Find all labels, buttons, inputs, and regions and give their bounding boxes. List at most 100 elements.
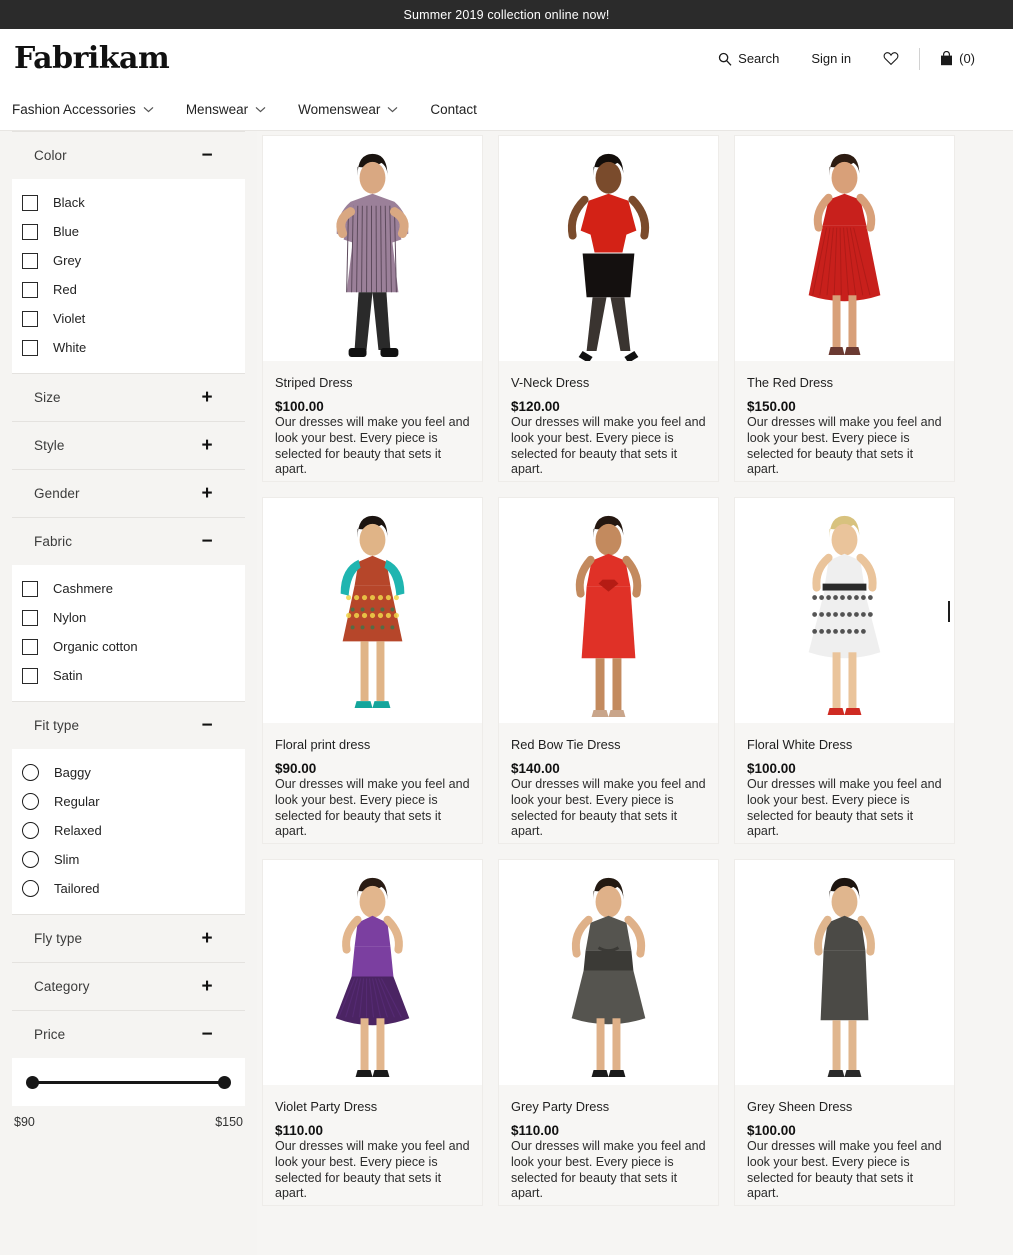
filter-header-category[interactable]: Category+ — [12, 962, 245, 1010]
product-card[interactable]: Violet Party Dress$110.00Our dresses wil… — [262, 859, 483, 1206]
radio-tailored[interactable] — [22, 880, 39, 897]
product-image[interactable] — [734, 497, 955, 723]
minus-icon[interactable]: − — [199, 532, 215, 551]
filter-option-regular[interactable]: Regular — [12, 787, 245, 816]
product-image[interactable] — [262, 497, 483, 723]
product-area: Striped Dress$100.00Our dresses will mak… — [257, 131, 1013, 1206]
nav-item-contact[interactable]: Contact — [430, 102, 497, 117]
product-image[interactable] — [498, 497, 719, 723]
cart-count: (0) — [959, 51, 975, 66]
slider-thumb-max[interactable] — [218, 1076, 231, 1089]
filter-header-fly-type[interactable]: Fly type+ — [12, 914, 245, 962]
filter-header-price[interactable]: Price− — [12, 1010, 245, 1058]
radio-relaxed[interactable] — [22, 822, 39, 839]
product-name: Violet Party Dress — [275, 1099, 470, 1114]
plus-icon[interactable]: + — [199, 977, 215, 996]
product-info: Striped Dress$100.00Our dresses will mak… — [262, 361, 483, 482]
filter-option-label: Blue — [53, 224, 79, 239]
filter-option-baggy[interactable]: Baggy — [12, 758, 245, 787]
nav-item-menswear[interactable]: Menswear — [186, 102, 286, 117]
filter-option-white[interactable]: White — [12, 333, 245, 362]
product-image[interactable] — [498, 859, 719, 1085]
product-card[interactable]: Grey Sheen Dress$100.00Our dresses will … — [734, 859, 955, 1206]
plus-icon[interactable]: + — [199, 436, 215, 455]
checkbox-satin[interactable] — [22, 668, 38, 684]
sign-in-button[interactable]: Sign in — [795, 51, 867, 66]
filter-option-label: Black — [53, 195, 85, 210]
filter-header-gender[interactable]: Gender + — [12, 469, 245, 517]
checkbox-grey[interactable] — [22, 253, 38, 269]
nav-item-womenswear[interactable]: Womenswear — [298, 102, 418, 117]
filter-group-fit-type: Fit type− Baggy Regular Relaxed SlimTailored — [0, 701, 257, 914]
filter-option-organic-cotton[interactable]: Organic cotton — [12, 632, 245, 661]
minus-icon[interactable]: − — [199, 146, 215, 165]
filter-option-black[interactable]: Black — [12, 188, 245, 217]
product-card[interactable]: Red Bow Tie Dress$140.00Our dresses will… — [498, 497, 719, 844]
radio-baggy[interactable] — [22, 764, 39, 781]
checkbox-red[interactable] — [22, 282, 38, 298]
plus-icon[interactable]: + — [199, 388, 215, 407]
product-image[interactable] — [734, 135, 955, 361]
filter-group-size: Size+ — [0, 373, 257, 421]
product-card[interactable]: Floral White Dress$100.00Our dresses wil… — [734, 497, 955, 844]
filter-option-violet[interactable]: Violet — [12, 304, 245, 333]
filter-header-fit-type[interactable]: Fit type− — [12, 701, 245, 749]
filter-option-label: Red — [53, 282, 77, 297]
filter-option-nylon[interactable]: Nylon — [12, 603, 245, 632]
plus-icon[interactable]: + — [199, 484, 215, 503]
checkbox-blue[interactable] — [22, 224, 38, 240]
radio-regular[interactable] — [22, 793, 39, 810]
checkbox-violet[interactable] — [22, 311, 38, 327]
product-card[interactable]: The Red Dress$150.00Our dresses will mak… — [734, 135, 955, 482]
minus-icon[interactable]: − — [199, 716, 215, 735]
site-logo[interactable]: Fabrikam — [14, 44, 169, 74]
product-price: $110.00 — [511, 1123, 706, 1138]
checkbox-white[interactable] — [22, 340, 38, 356]
product-image[interactable] — [498, 135, 719, 361]
checkbox-nylon[interactable] — [22, 610, 38, 626]
filter-option-label: Organic cotton — [53, 639, 138, 654]
filter-option-label: Baggy — [54, 765, 91, 780]
minus-icon[interactable]: − — [199, 1025, 215, 1044]
slider-thumb-min[interactable] — [26, 1076, 39, 1089]
wishlist-button[interactable] — [867, 51, 915, 66]
filter-option-relaxed[interactable]: Relaxed — [12, 816, 245, 845]
nav-item-fashion-accessories[interactable]: Fashion Accessories — [12, 102, 174, 117]
product-card[interactable]: Striped Dress$100.00Our dresses will mak… — [262, 135, 483, 482]
checkbox-cashmere[interactable] — [22, 581, 38, 597]
filter-header-fabric[interactable]: Fabric− — [12, 517, 245, 565]
filter-option-blue[interactable]: Blue — [12, 217, 245, 246]
product-description: Our dresses will make you feel and look … — [511, 1139, 706, 1202]
product-card[interactable]: Floral print dress$90.00Our dresses will… — [262, 497, 483, 844]
filter-option-grey[interactable]: Grey — [12, 246, 245, 275]
product-card[interactable]: V-Neck Dress$120.00Our dresses will make… — [498, 135, 719, 482]
checkbox-organic-cotton[interactable] — [22, 639, 38, 655]
search-button[interactable]: Search — [702, 51, 795, 66]
filter-option-satin[interactable]: Satin — [12, 661, 245, 690]
promo-banner: Summer 2019 collection online now! — [0, 0, 1013, 29]
filter-options-fit-type: Baggy Regular Relaxed SlimTailored — [12, 749, 245, 914]
filter-header-style[interactable]: Style+ — [12, 421, 245, 469]
product-price: $100.00 — [747, 761, 942, 776]
checkbox-black[interactable] — [22, 195, 38, 211]
price-range-slider[interactable] — [26, 1076, 231, 1090]
product-image[interactable] — [262, 859, 483, 1085]
product-image[interactable] — [734, 859, 955, 1085]
filter-option-label: Relaxed — [54, 823, 102, 838]
filter-option-tailored[interactable]: Tailored — [12, 874, 245, 903]
product-price: $140.00 — [511, 761, 706, 776]
filter-option-cashmere[interactable]: Cashmere — [12, 574, 245, 603]
filter-title: Gender — [34, 486, 80, 501]
filter-header-size[interactable]: Size+ — [12, 373, 245, 421]
radio-slim[interactable] — [22, 851, 39, 868]
product-card[interactable]: Grey Party Dress$110.00Our dresses will … — [498, 859, 719, 1206]
text-cursor-artifact — [948, 601, 950, 622]
filter-option-red[interactable]: Red — [12, 275, 245, 304]
cart-button[interactable]: (0) — [924, 51, 991, 66]
filter-header-color[interactable]: Color− — [12, 131, 245, 179]
plus-icon[interactable]: + — [199, 929, 215, 948]
filter-option-slim[interactable]: Slim — [12, 845, 245, 874]
header-actions: Search Sign in (0) — [702, 48, 991, 70]
product-image[interactable] — [262, 135, 483, 361]
product-info: Grey Party Dress$110.00Our dresses will … — [498, 1085, 719, 1206]
